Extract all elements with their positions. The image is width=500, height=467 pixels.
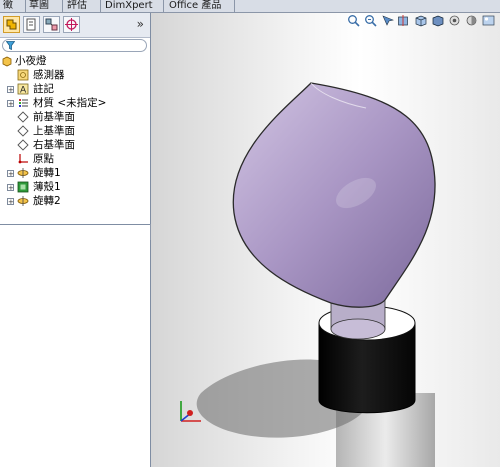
panel-splitter[interactable] [0, 224, 150, 225]
tree-item-label: 旋轉2 [33, 195, 61, 207]
tree-filter-input[interactable] [2, 39, 147, 52]
plane-icon [17, 139, 29, 151]
tree-item-label: 右基準面 [33, 139, 75, 151]
tree-item-label: 旋轉1 [33, 167, 61, 179]
property-manager-icon[interactable] [23, 16, 40, 33]
expand-toggle[interactable]: + [7, 86, 14, 94]
tab-sketch[interactable]: 草圖 [24, 0, 63, 12]
revolve-icon [17, 168, 29, 178]
tree-item-label: 前基準面 [33, 111, 75, 123]
expand-toggle[interactable]: + [7, 184, 14, 192]
tab-evaluate[interactable]: 評估 [62, 0, 101, 12]
tree-item-label: 上基準面 [33, 125, 75, 137]
panel-collapse-button[interactable]: » [137, 17, 144, 31]
tab-dimxpert[interactable]: DimXpert [100, 0, 164, 12]
revolve-icon [17, 196, 29, 206]
shell-icon [17, 181, 29, 193]
tree-item-label: 薄殼1 [33, 181, 61, 193]
configuration-manager-icon[interactable] [43, 16, 60, 33]
sensor-icon [17, 69, 29, 81]
filter-icon [6, 41, 15, 50]
material-icon [19, 99, 28, 107]
tree-item-label: 註記 [33, 83, 54, 95]
svg-text:A: A [20, 86, 27, 96]
tree-root-label: 小夜燈 [15, 55, 47, 67]
lamp-bulb [232, 82, 436, 308]
model-view [180, 82, 436, 467]
tree-item-label: 材質 <未指定> [33, 97, 107, 109]
feature-manager-icon[interactable] [3, 16, 20, 33]
plane-icon [17, 125, 29, 137]
annotation-icon: A [17, 83, 29, 95]
tab-features[interactable]: 徵 [0, 0, 26, 12]
tab-office-products[interactable]: Office 產品 [164, 0, 235, 12]
dimxpert-manager-icon[interactable] [63, 16, 80, 33]
command-manager-tabs: 徵 草圖 評估 DimXpert Office 產品 [0, 0, 500, 13]
bulb-neck-ring [330, 318, 386, 340]
origin-icon [18, 154, 28, 164]
panel-toolbar: » [0, 13, 150, 38]
part-icon [2, 56, 12, 67]
expand-toggle[interactable]: + [7, 198, 14, 206]
plane-icon [17, 111, 29, 123]
feature-manager-panel: » 小夜燈 感測器 + A 註記 + 材質 <未指定> 前基準面 上基準面 右基… [0, 13, 151, 467]
expand-toggle[interactable]: + [7, 100, 14, 108]
tree-item-label: 感測器 [33, 69, 65, 81]
expand-toggle[interactable]: + [7, 170, 14, 178]
tree-item-label: 原點 [33, 153, 54, 165]
graphics-viewport[interactable] [151, 13, 500, 467]
